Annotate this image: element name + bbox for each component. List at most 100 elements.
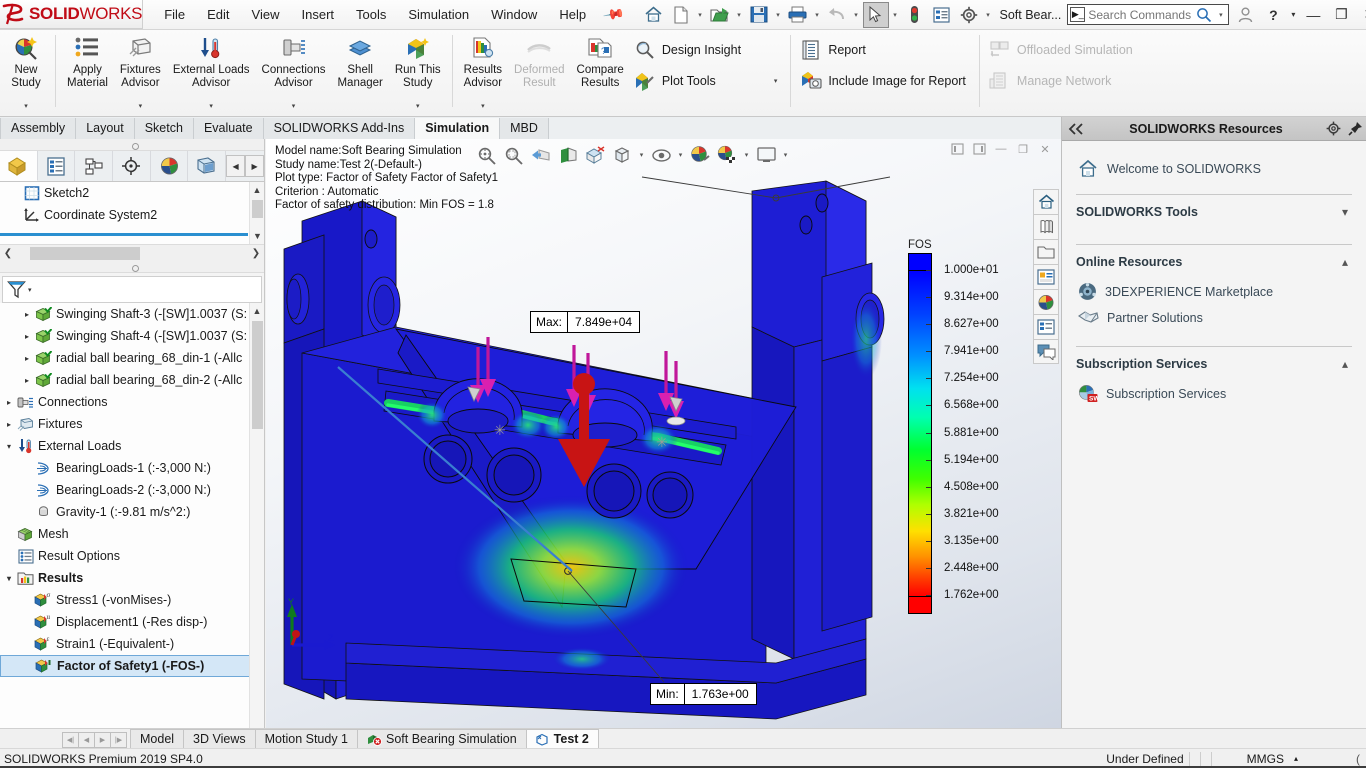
doc-tab-last-button[interactable]: |▶: [110, 732, 127, 748]
display-style-caret-icon[interactable]: ▾: [636, 151, 647, 159]
doc-tab-prev-button[interactable]: ◀: [78, 732, 95, 748]
viewport-layout-caret-icon[interactable]: ▾: [780, 151, 791, 159]
open-document-caret-icon[interactable]: ▾: [734, 11, 745, 19]
user-account-icon[interactable]: [1231, 1, 1259, 29]
subscription-services-item[interactable]: SW Subscription Services: [1076, 380, 1352, 407]
apply-material-button[interactable]: Apply Material: [61, 30, 114, 113]
fm-tab-feature-tree[interactable]: [0, 151, 38, 181]
tree-expand-icon[interactable]: ▸: [20, 332, 34, 341]
results-advisor-button[interactable]: Results Advisor ▾: [458, 30, 508, 113]
new-document-icon[interactable]: [668, 2, 694, 28]
tree-expand-icon[interactable]: ▸: [20, 310, 34, 319]
undo-caret-icon[interactable]: ▾: [851, 11, 862, 19]
help-caret-icon[interactable]: ▾: [1287, 1, 1299, 29]
scene-caret-icon[interactable]: ▾: [741, 151, 752, 159]
view-display-states-icon[interactable]: [1033, 289, 1059, 314]
view-orientation-icon[interactable]: [582, 142, 608, 168]
panel-splitter-top[interactable]: [0, 139, 264, 151]
doc-tab-first-button[interactable]: ◀|: [62, 732, 79, 748]
online-resources-header[interactable]: Online Resources ▴: [1076, 245, 1352, 278]
options-gear-icon[interactable]: [956, 2, 982, 28]
view-home-icon[interactable]: [1033, 189, 1059, 214]
manage-network-item[interactable]: Manage Network: [985, 67, 1141, 95]
shell-manager-button[interactable]: Shell Manager: [331, 30, 388, 113]
search-commands-box[interactable]: ▶_ ▾: [1067, 4, 1230, 25]
3dexperience-marketplace-item[interactable]: 3DEXPERIENCE Marketplace: [1076, 278, 1352, 305]
hscroll-left-arrow-icon[interactable]: ❮: [0, 248, 16, 259]
viewport-layout-icon[interactable]: [753, 142, 779, 168]
tree-item-bearingloads-2[interactable]: BearingLoads-2 (:-3,000 N:): [0, 479, 264, 501]
filter-dropdown-icon[interactable]: ▾: [28, 286, 32, 294]
chevron-up-icon[interactable]: ▴: [1342, 357, 1352, 371]
doc-tab-motion-study-1[interactable]: Motion Study 1: [254, 729, 359, 748]
appearances-icon[interactable]: [687, 142, 713, 168]
tree-item-coordinate-system2[interactable]: Coordinate System2: [0, 204, 264, 226]
tab-solidworks-addins[interactable]: SOLIDWORKS Add-Ins: [263, 118, 416, 139]
tree-item-radial-ball-bearing-1[interactable]: ▸ radial ball bearing_68_din-1 (-Allc: [0, 347, 264, 369]
results-advisor-dropdown-icon[interactable]: ▾: [481, 102, 485, 110]
offloaded-simulation-item[interactable]: Offloaded Simulation: [985, 36, 1141, 64]
fm-tab-dimxpert-manager[interactable]: [113, 151, 151, 181]
tree-item-mesh[interactable]: Mesh: [0, 523, 264, 545]
vp-restore-button[interactable]: ❐: [1013, 140, 1033, 158]
tree-expand-icon[interactable]: ▸: [2, 420, 16, 429]
tab-assembly[interactable]: Assembly: [0, 118, 77, 139]
fm-tabs-scroll-right-button[interactable]: ▶: [245, 155, 265, 177]
save-caret-icon[interactable]: ▾: [773, 11, 784, 19]
tree-item-bearingloads-1[interactable]: BearingLoads-1 (:-3,000 N:): [0, 457, 264, 479]
connections-advisor-dropdown-icon[interactable]: ▾: [292, 102, 296, 110]
hide-show-caret-icon[interactable]: ▾: [675, 151, 686, 159]
fm-tab-display-manager[interactable]: [151, 151, 189, 181]
scroll-up-arrow-icon[interactable]: ▲: [250, 303, 264, 319]
tree-expand-icon[interactable]: ▸: [2, 398, 16, 407]
report-item[interactable]: Report: [796, 36, 974, 64]
doc-tab-next-button[interactable]: ▶: [94, 732, 111, 748]
min-value-callout[interactable]: Min: 1.763e+00: [650, 683, 757, 705]
units-label[interactable]: MMGS: [1247, 752, 1284, 766]
scroll-thumb[interactable]: [252, 200, 263, 218]
new-document-caret-icon[interactable]: ▾: [695, 11, 706, 19]
compare-results-button[interactable]: ? Compare Results: [571, 30, 630, 113]
options-caret-icon[interactable]: ▾: [983, 11, 994, 19]
home-icon[interactable]: [641, 2, 667, 28]
magnifier-icon[interactable]: [1196, 7, 1212, 23]
undo-icon[interactable]: [824, 2, 850, 28]
new-study-button[interactable]: New Study ▾: [2, 30, 50, 113]
view-notes-icon[interactable]: [1033, 314, 1059, 339]
pushpin-icon[interactable]: [1344, 121, 1366, 136]
zoom-to-fit-icon[interactable]: [474, 142, 500, 168]
model-tree-hscrollbar[interactable]: ❮ ❯: [0, 244, 264, 261]
units-caret-icon[interactable]: ▴: [1294, 754, 1298, 763]
chevron-up-icon[interactable]: ▴: [1342, 255, 1352, 269]
plot-tools-item[interactable]: Plot Tools ▾: [630, 67, 785, 95]
welcome-to-solidworks-item[interactable]: Welcome to SOLIDWORKS: [1076, 141, 1352, 194]
tree-collapse-icon[interactable]: ▾: [2, 574, 16, 583]
rebuild-traffic-light-icon[interactable]: [902, 2, 928, 28]
tab-simulation[interactable]: Simulation: [415, 118, 501, 139]
tree-item-connections[interactable]: ▸ Connections: [0, 391, 264, 413]
plot-tools-dropdown-icon[interactable]: ▾: [774, 77, 778, 85]
tree-item-radial-ball-bearing-2[interactable]: ▸ radial ball bearing_68_din-2 (-Allc: [0, 369, 264, 391]
select-pointer-icon[interactable]: [862, 1, 889, 28]
menu-simulation[interactable]: Simulation: [397, 0, 480, 30]
previous-view-icon[interactable]: [528, 142, 554, 168]
tree-item-swinging-shaft-3[interactable]: ▸ Swinging Shaft-3 (-[SW]1.0037 (S:: [0, 303, 264, 325]
run-this-study-button[interactable]: Run This Study ▾: [389, 30, 447, 113]
tab-mbd[interactable]: MBD: [500, 118, 549, 139]
fos-color-legend[interactable]: FOS 1.000e+01 9.314e+00 8.627e+00 7.941e+00…: [908, 239, 1012, 614]
tree-item-swinging-shaft-4[interactable]: ▸ Swinging Shaft-4 (-[SW]1.0037 (S:: [0, 325, 264, 347]
tree-item-stress1[interactable]: σ Stress1 (-vonMises-): [0, 589, 264, 611]
scroll-up-arrow-icon[interactable]: ▲: [250, 182, 264, 198]
print-icon[interactable]: [785, 2, 811, 28]
tab-evaluate[interactable]: Evaluate: [193, 118, 264, 139]
tree-expand-icon[interactable]: ▸: [20, 354, 34, 363]
display-style-icon[interactable]: [609, 142, 635, 168]
tree-item-result-options[interactable]: Result Options: [0, 545, 264, 567]
fixtures-advisor-button[interactable]: Fixtures Advisor ▾: [114, 30, 167, 113]
subscription-services-header[interactable]: Subscription Services ▴: [1076, 347, 1352, 380]
menu-help[interactable]: Help: [548, 0, 597, 30]
select-caret-icon[interactable]: ▾: [890, 11, 901, 19]
gear-icon[interactable]: [1322, 121, 1344, 136]
doc-tab-3d-views[interactable]: 3D Views: [183, 729, 256, 748]
open-document-icon[interactable]: [707, 2, 733, 28]
